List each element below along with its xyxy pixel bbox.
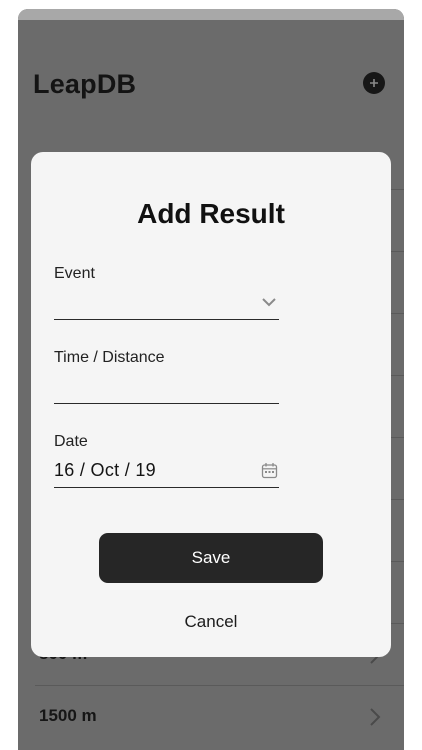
add-result-button[interactable] [363,72,385,94]
dialog-title: Add Result [137,198,285,229]
time-distance-underline [54,403,279,404]
plus-circle-icon [370,79,378,87]
event-label: Event [54,265,95,282]
list-item-label: 1500 m [39,706,97,725]
event-underline [54,319,279,320]
screen: LeapDB 1500 m Add Result Event Time / Di… [0,0,422,750]
calendar-icon[interactable] [261,462,278,479]
cancel-button[interactable]: Cancel [31,612,391,632]
status-bar [18,9,404,20]
add-result-dialog: Add Result Event Time / Distance Date 16… [31,152,391,657]
list-item[interactable]: 1500 m [35,685,404,747]
date-field[interactable]: 16 / Oct / 19 [54,460,156,481]
time-distance-label: Time / Distance [54,349,165,366]
date-underline [54,487,279,488]
chevron-right-icon [370,708,381,726]
date-label: Date [54,433,88,450]
chevron-down-icon [262,298,276,307]
app-title: LeapDB [33,69,137,99]
event-select[interactable] [54,292,279,320]
save-button[interactable]: Save [99,533,323,583]
time-distance-input[interactable] [54,374,279,402]
